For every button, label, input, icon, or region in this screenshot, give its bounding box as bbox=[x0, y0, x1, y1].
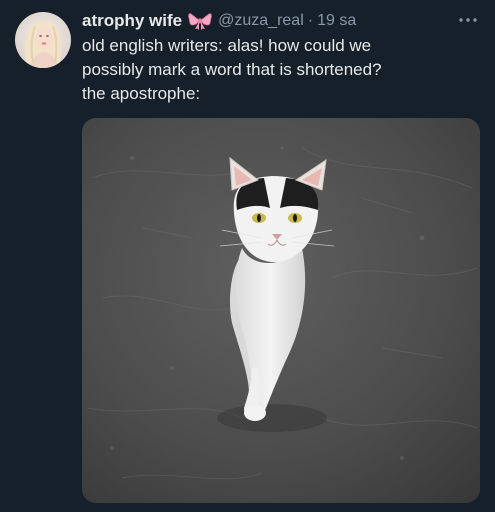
tweet-text-line: possibly mark a word that is shortened? bbox=[82, 60, 382, 79]
tweet-media-photo[interactable] bbox=[82, 118, 480, 503]
user-handle[interactable]: @zuza_real bbox=[218, 12, 304, 30]
avatar[interactable] bbox=[15, 12, 71, 68]
tweet-text-line: old english writers: alas! how could we bbox=[82, 36, 372, 55]
timestamp[interactable]: 19 sa bbox=[317, 12, 356, 30]
more-options-icon[interactable] bbox=[455, 10, 481, 30]
separator-dot: · bbox=[307, 12, 314, 29]
display-name[interactable]: atrophy wife bbox=[82, 11, 182, 31]
tweet-text-line: the apostrophe: bbox=[82, 84, 201, 103]
cat-photo bbox=[82, 118, 480, 503]
tweet-text: old english writers: alas! how could we … bbox=[82, 34, 482, 106]
avatar-image bbox=[15, 12, 71, 68]
tweet: atrophy wife @zuza_real · 19 sa old engl… bbox=[0, 0, 495, 512]
pink-bow-emoji-icon bbox=[188, 12, 212, 30]
tweet-header: atrophy wife @zuza_real · 19 sa bbox=[82, 9, 356, 33]
